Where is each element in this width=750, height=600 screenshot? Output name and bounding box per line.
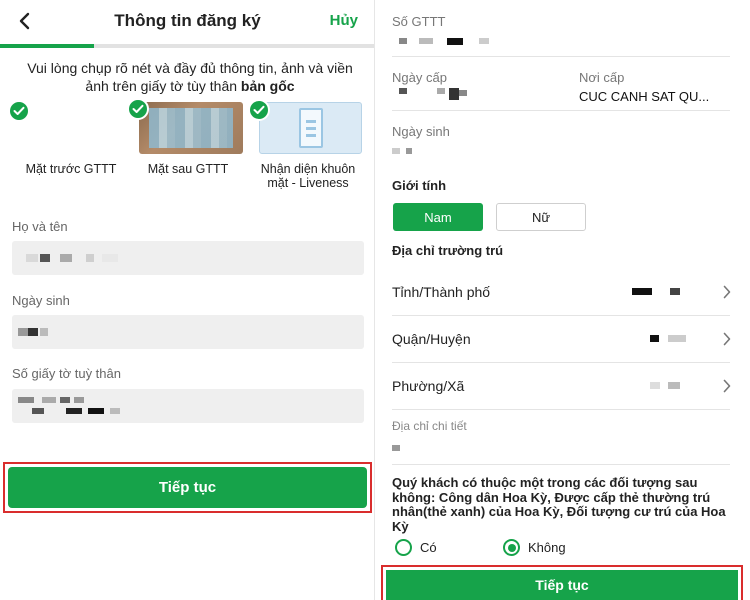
document-liveness[interactable]: Nhận diện khuôn mặt - Liveness	[248, 99, 364, 190]
continue-highlight: Tiếp tục	[381, 565, 743, 600]
document-front-id[interactable]: Mặt trước GTTT	[8, 100, 126, 176]
issue-date-value	[399, 88, 499, 102]
check-icon	[8, 100, 30, 122]
front-id-thumbnail	[8, 100, 126, 154]
district-label: Quận/Huyện	[392, 331, 471, 347]
district-select[interactable]: Quận/Huyện	[392, 317, 734, 361]
answer-yes-radio[interactable]: Có	[395, 539, 437, 556]
document-label: Nhận diện khuôn mặt - Liveness	[260, 162, 356, 190]
full-name-field[interactable]	[12, 241, 364, 275]
ward-select[interactable]: Phường/Xã	[392, 364, 734, 408]
chevron-right-icon	[720, 331, 734, 347]
ward-label: Phường/Xã	[392, 378, 465, 394]
blurred-id-image	[149, 108, 233, 148]
continue-button[interactable]: Tiếp tục	[8, 467, 367, 508]
radio-unchecked-icon	[395, 539, 412, 556]
us-person-question: Quý khách có thuộc một trong các đối tượ…	[392, 475, 726, 534]
chevron-right-icon	[720, 284, 734, 300]
progress-bar-fill	[0, 44, 94, 48]
radio-checked-icon	[503, 539, 520, 556]
province-label: Tỉnh/Thành phố	[392, 284, 491, 300]
answer-no-label: Không	[528, 540, 566, 555]
id-number-field[interactable]	[12, 389, 364, 423]
dob-label: Ngày sinh	[392, 124, 450, 139]
address-detail-value	[392, 445, 400, 451]
document-label: Mặt sau GTTT	[147, 162, 229, 176]
answer-yes-label: Có	[420, 540, 437, 555]
page-title: Thông tin đăng ký	[114, 11, 261, 30]
top-bar: Thông tin đăng ký Hủy	[0, 0, 375, 44]
check-icon	[127, 98, 149, 120]
id-number-label: Số GTTT	[392, 14, 446, 29]
address-title: Địa chỉ trường trú	[392, 243, 504, 258]
gender-title: Giới tính	[392, 178, 447, 193]
document-label: Mặt trước GTTT	[25, 162, 117, 176]
issue-date-label: Ngày cấp	[392, 70, 447, 85]
address-detail-label: Địa chỉ chi tiết	[392, 419, 467, 433]
check-icon	[248, 99, 270, 121]
chevron-right-icon	[720, 378, 734, 394]
id-info-card: Số GTTT Ngày cấp Nơi cấp CUC CANH SAT QU…	[375, 0, 750, 167]
province-select[interactable]: Tỉnh/Thành phố	[392, 270, 734, 314]
answer-no-radio[interactable]: Không	[503, 539, 566, 556]
full-name-label: Họ và tên	[12, 219, 68, 234]
gender-option-male[interactable]: Nam	[393, 203, 483, 231]
dob-field[interactable]	[12, 315, 364, 349]
registration-info-screen: Thông tin đăng ký Hủy Vui lòng chụp rõ n…	[0, 0, 375, 600]
continue-highlight: Tiếp tục	[3, 462, 372, 513]
id-number-label: Số giấy tờ tuỳ thân	[12, 366, 121, 381]
issue-place-label: Nơi cấp	[579, 70, 625, 85]
document-icon	[298, 108, 323, 148]
cancel-button[interactable]: Hủy	[330, 12, 358, 29]
back-id-thumbnail	[127, 98, 243, 154]
liveness-thumbnail	[248, 99, 362, 154]
document-back-id[interactable]: Mặt sau GTTT	[127, 98, 243, 176]
dob-value	[392, 148, 432, 156]
progress-bar	[0, 44, 375, 48]
registration-details-screen: Số GTTT Ngày cấp Nơi cấp CUC CANH SAT QU…	[375, 0, 750, 600]
instruction-text: Vui lòng chụp rõ nét và đầy đủ thông tin…	[27, 60, 353, 94]
id-number-value	[399, 38, 499, 46]
dob-label: Ngày sinh	[12, 293, 70, 308]
issue-place-value: CUC CANH SAT QU...	[579, 89, 710, 104]
gender-option-female[interactable]: Nữ	[496, 203, 586, 231]
continue-button[interactable]: Tiếp tục	[386, 570, 738, 600]
